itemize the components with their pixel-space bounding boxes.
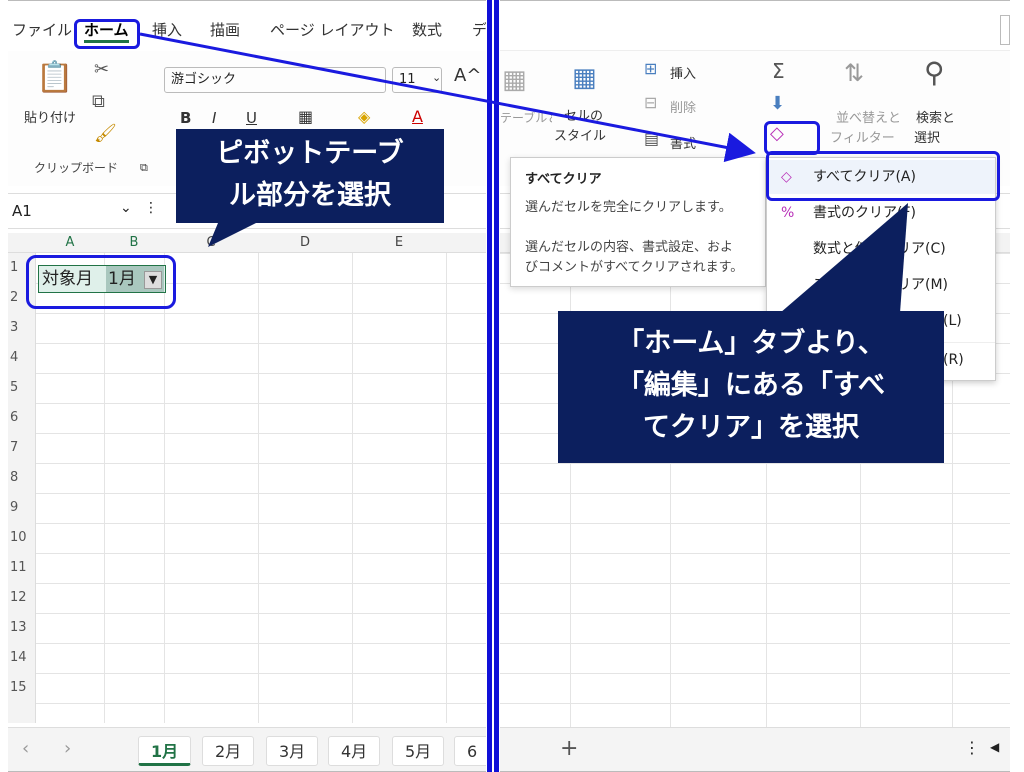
row-header[interactable]: 13	[8, 613, 36, 643]
sheet-tab-6[interactable]: 6月	[454, 736, 486, 766]
row-header[interactable]: 5	[8, 373, 36, 403]
sheet-tab-4[interactable]: 4月	[328, 736, 381, 766]
sheet-tab-2[interactable]: 2月	[202, 736, 255, 766]
left-pane: ファイル ホーム 挿入 描画 ページ レイアウト 数式 デ 📋 貼り付け ✂ ⧉…	[8, 0, 486, 772]
row-header[interactable]: 12	[8, 583, 36, 613]
row-header[interactable]: 11	[8, 553, 36, 583]
row-header[interactable]: 15	[8, 673, 36, 703]
right-pane: ▦ テーブルとして書式設定 ▦ セルの スタイル ⊞ 挿入 ⊟ 削除 ▤ 書式 …	[500, 0, 1010, 772]
callout-right-line-2: 「編集」にある「すべ	[616, 370, 886, 401]
sheet-tab-bar: ‹ › 1月 2月 3月 4月 5月 6月	[8, 727, 486, 771]
prev-sheet-icon[interactable]: ‹	[22, 738, 29, 759]
next-sheet-icon[interactable]: ›	[64, 738, 71, 759]
row-header[interactable]: 6	[8, 403, 36, 433]
callout-right-line-1: 「ホーム」タブより、	[617, 328, 885, 359]
callout-select-clear-all: 「ホーム」タブより、 「編集」にある「すべ てクリア」を選択	[558, 311, 944, 463]
sheet-tab-3[interactable]: 3月	[266, 736, 319, 766]
row-header[interactable]: 10	[8, 523, 36, 553]
sheet-tab-1[interactable]: 1月	[138, 736, 192, 766]
split-divider-left	[487, 0, 492, 772]
row-header[interactable]: 8	[8, 463, 36, 493]
callout-pointer	[208, 223, 256, 247]
row-header[interactable]: 9	[8, 493, 36, 523]
row-header[interactable]: 7	[8, 433, 36, 463]
split-divider-right	[494, 0, 499, 772]
row-header[interactable]: 14	[8, 643, 36, 673]
sheet-tab-5[interactable]: 5月	[392, 736, 445, 766]
row-header[interactable]: 4	[8, 343, 36, 373]
callout-right-line-3: てクリア」を選択	[643, 412, 859, 443]
